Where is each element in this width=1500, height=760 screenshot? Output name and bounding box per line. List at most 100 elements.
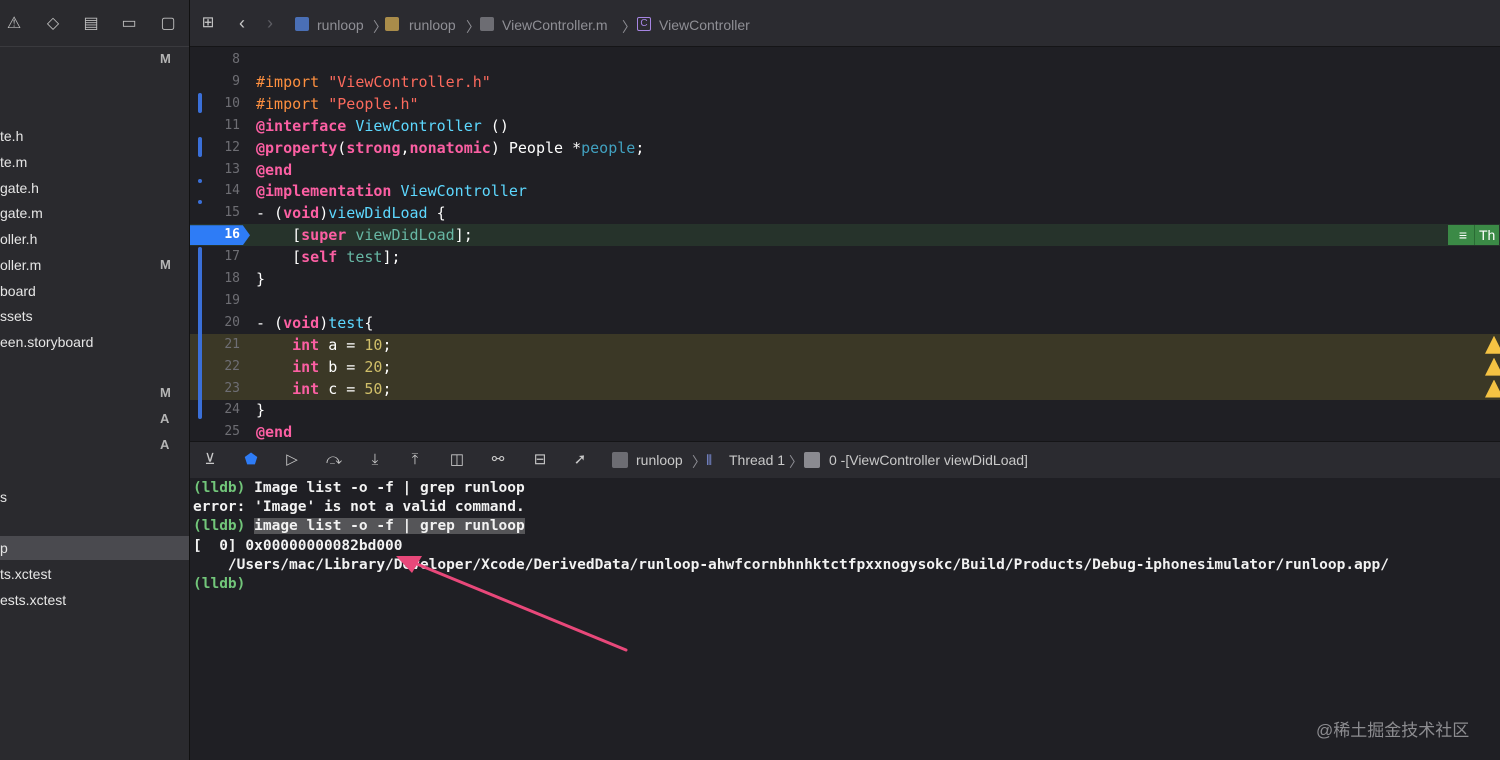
code-line[interactable]: 25 @end bbox=[190, 421, 1500, 440]
breadcrumb-folder[interactable]: runloop bbox=[409, 17, 456, 33]
code-line[interactable]: 8 bbox=[190, 49, 1500, 71]
code-token: - ( bbox=[256, 313, 284, 332]
warning-icon[interactable] bbox=[1485, 335, 1500, 354]
code-text: @property(strong,nonatomic) People *peop… bbox=[256, 137, 644, 159]
debug-frame[interactable]: 0 -[ViewController viewDidLoad] bbox=[829, 452, 1028, 468]
file-row[interactable]: A bbox=[0, 407, 189, 431]
code-token: [ bbox=[256, 248, 302, 267]
code-token: ; bbox=[382, 357, 392, 376]
code-text: @implementation ViewController bbox=[256, 180, 527, 202]
code-line[interactable]: 12 @property(strong,nonatomic) People *pe… bbox=[190, 137, 1500, 159]
file-row[interactable]: gate.h bbox=[0, 176, 189, 200]
step-into-icon[interactable]: ⤓ bbox=[365, 450, 385, 470]
code-text: @end bbox=[256, 421, 292, 440]
breadcrumb-symbol[interactable]: ViewController bbox=[659, 17, 750, 33]
line-number: 17 bbox=[224, 249, 240, 265]
file-row[interactable]: ests.xctest bbox=[0, 588, 189, 612]
file-row[interactable]: M bbox=[0, 381, 189, 405]
file-name: gate.m bbox=[0, 205, 43, 221]
code-line[interactable]: 19 bbox=[190, 290, 1500, 312]
code-line[interactable]: 20 - (void)test{ bbox=[190, 312, 1500, 334]
breadcrumb-file[interactable]: ViewController.m bbox=[502, 17, 608, 33]
code-line[interactable]: 21 int a = 10; bbox=[190, 333, 1500, 356]
file-row[interactable]: gate.m bbox=[0, 201, 189, 225]
warning-icon[interactable] bbox=[1485, 379, 1500, 398]
file-row[interactable]: s bbox=[0, 485, 189, 509]
code-line[interactable]: 15 - (void)viewDidLoad { bbox=[190, 202, 1500, 224]
code-token: b = bbox=[319, 357, 365, 376]
change-indicator bbox=[198, 179, 202, 183]
code-line[interactable]: 24} bbox=[190, 399, 1500, 421]
file-row[interactable]: ssets bbox=[0, 304, 189, 328]
file-row[interactable]: p bbox=[0, 536, 189, 560]
environment-overrides-icon[interactable]: ⊟ bbox=[530, 450, 550, 470]
file-name: p bbox=[0, 540, 8, 556]
file-row[interactable]: ts.xctest bbox=[0, 562, 189, 586]
code-line[interactable]: 14 @implementation ViewController bbox=[190, 180, 1500, 202]
code-token: ( bbox=[337, 138, 347, 157]
debug-navigator-icon[interactable]: ▤ bbox=[81, 14, 101, 34]
file-row[interactable] bbox=[0, 73, 189, 97]
line-number: 16 bbox=[224, 227, 240, 243]
code-line[interactable]: 22 int b = 20; bbox=[190, 355, 1500, 378]
change-indicator bbox=[198, 200, 202, 204]
breadcrumb-project[interactable]: runloop bbox=[317, 17, 364, 33]
code-line[interactable]: 23 int c = 50; bbox=[190, 377, 1500, 400]
file-row[interactable]: oller.h bbox=[0, 227, 189, 251]
code-text: @interface ViewController () bbox=[256, 115, 509, 137]
file-row[interactable] bbox=[0, 459, 189, 483]
file-row[interactable] bbox=[0, 356, 189, 380]
file-row[interactable] bbox=[0, 510, 189, 534]
code-token: nonatomic bbox=[409, 138, 491, 157]
hide-debug-area-icon[interactable]: ⊻ bbox=[200, 450, 220, 470]
file-name: te.m bbox=[0, 154, 28, 170]
warning-icon[interactable] bbox=[1485, 357, 1500, 376]
memory-graph-icon[interactable]: ⚯ bbox=[488, 450, 508, 470]
code-line[interactable]: 9 #import "ViewController.h" bbox=[190, 71, 1500, 93]
continue-icon[interactable]: ▷ bbox=[282, 450, 302, 470]
line-number: 10 bbox=[224, 95, 240, 111]
code-line[interactable]: 18} bbox=[190, 268, 1500, 290]
file-row[interactable]: oller.m M bbox=[0, 253, 189, 277]
debug-target[interactable]: runloop bbox=[636, 452, 683, 468]
code-token: ; bbox=[635, 138, 645, 157]
line-number: 19 bbox=[224, 292, 240, 308]
code-text: - (void)viewDidLoad { bbox=[256, 202, 446, 224]
file-name: een.storyboard bbox=[0, 334, 94, 350]
code-line[interactable]: 16 [super viewDidLoad]; ≡ Th bbox=[190, 224, 1500, 247]
simulate-location-icon[interactable]: ➚ bbox=[570, 450, 590, 470]
line-number: 12 bbox=[224, 139, 240, 155]
code-line[interactable]: 11 @interface ViewController () bbox=[190, 115, 1500, 137]
jump-bar: ⊞ ‹ › runloop 〉 runloop 〉 ViewController… bbox=[190, 0, 1500, 47]
forward-chevron-icon[interactable]: › bbox=[260, 13, 280, 33]
code-text: int c = 50; bbox=[256, 378, 391, 400]
breakpoint-navigator-icon[interactable]: ▭ bbox=[119, 14, 139, 34]
app-icon bbox=[612, 452, 628, 468]
file-row[interactable]: te.m bbox=[0, 150, 189, 174]
code-line[interactable]: 17 [self test]; bbox=[190, 246, 1500, 268]
file-row[interactable]: te.h bbox=[0, 124, 189, 148]
back-chevron-icon[interactable]: ‹ bbox=[232, 13, 252, 33]
warning-navigator-icon[interactable]: ⚠ bbox=[4, 14, 24, 34]
watermark: @稀土掘金技术社区 bbox=[1316, 721, 1470, 740]
code-line[interactable]: 10 #import "People.h" bbox=[190, 93, 1500, 115]
thread-stop-badge[interactable]: ≡ Th bbox=[1448, 225, 1500, 246]
step-over-icon[interactable]: ⤼ bbox=[324, 450, 344, 470]
code-token: , bbox=[400, 138, 410, 157]
view-hierarchy-icon[interactable]: ◫ bbox=[447, 450, 467, 470]
report-navigator-icon[interactable]: ▢ bbox=[158, 14, 178, 34]
related-items-icon[interactable]: ⊞ bbox=[198, 13, 218, 33]
step-out-icon[interactable]: ⤒ bbox=[405, 450, 425, 470]
debug-thread[interactable]: Thread 1 bbox=[729, 452, 785, 468]
lldb-console[interactable]: (lldb) Image list -o -f | grep runloop er… bbox=[190, 478, 1500, 760]
file-row[interactable]: board bbox=[0, 279, 189, 303]
test-navigator-icon[interactable]: ◇ bbox=[43, 14, 63, 34]
code-line[interactable]: 13 @end bbox=[190, 159, 1500, 181]
source-editor[interactable]: 8 9 #import "ViewController.h" 10 #import "P… bbox=[190, 47, 1500, 440]
breakpoints-toggle-icon[interactable]: ⬟ bbox=[241, 450, 261, 470]
code-text: int b = 20; bbox=[256, 356, 391, 378]
file-row[interactable]: een.storyboard bbox=[0, 330, 189, 354]
file-row[interactable]: M bbox=[0, 47, 189, 71]
file-row[interactable]: A bbox=[0, 433, 189, 457]
